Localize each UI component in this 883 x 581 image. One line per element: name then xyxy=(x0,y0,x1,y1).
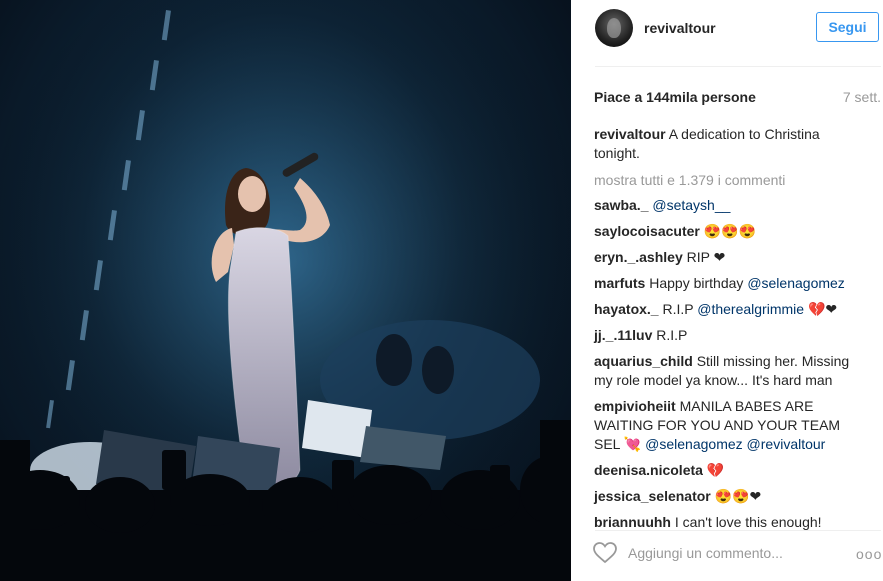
follow-button[interactable]: Segui xyxy=(816,12,879,42)
mention-link[interactable]: @selenagomez xyxy=(747,275,845,291)
comment-item: jj._.11luv R.I.P xyxy=(594,326,869,345)
divider xyxy=(595,530,881,531)
mention-link[interactable]: @therealgrimmie xyxy=(697,301,804,317)
post-header: revivaltour Segui xyxy=(571,0,883,64)
comment-username[interactable]: marfuts xyxy=(594,275,645,291)
add-comment-input[interactable]: Aggiungi un commento... xyxy=(628,545,783,561)
comment-item: eryn._.ashley RIP ❤ xyxy=(594,248,869,267)
post-photo[interactable] xyxy=(0,0,571,581)
more-options-icon[interactable]: ooo xyxy=(856,546,882,562)
comment-item: deenisa.nicoleta 💔 xyxy=(594,461,869,480)
caption: revivaltour A dedication to Christina to… xyxy=(594,125,869,163)
comment-text: R.I.P xyxy=(656,327,688,343)
comment-username[interactable]: empivioheiit xyxy=(594,398,676,414)
divider xyxy=(595,66,881,67)
comment-username[interactable]: aquarius_child xyxy=(594,353,693,369)
comment-username[interactable]: briannuuhh xyxy=(594,514,671,530)
comment-item: hayatox._ R.I.P @therealgrimmie 💔❤ xyxy=(594,300,869,319)
comment-username[interactable]: saylocoisacuter xyxy=(594,223,700,239)
comment-text: I can't love this enough! xyxy=(674,514,822,530)
username-link[interactable]: revivaltour xyxy=(644,20,716,36)
mention-link[interactable]: @selenagomez xyxy=(645,436,743,452)
comment-text: Happy birthday xyxy=(649,275,748,291)
comment-item: empivioheiit MANILA BABES ARE WAITING FO… xyxy=(594,397,869,454)
comment-username[interactable]: jj._.11luv xyxy=(594,327,652,343)
comment-username[interactable]: jessica_selenator xyxy=(594,488,711,504)
heart-icon[interactable] xyxy=(593,542,617,564)
comment-text: RIP ❤ xyxy=(686,249,726,265)
comment-text: 😍😍😍 xyxy=(703,223,757,239)
instagram-post: revivaltour Segui Piace a 144mila person… xyxy=(0,0,883,581)
comment-text: 💔❤ xyxy=(804,301,838,317)
comment-text: R.I.P xyxy=(662,301,698,317)
comment-username[interactable]: hayatox._ xyxy=(594,301,659,317)
show-all-comments-link[interactable]: mostra tutti e 1.379 i commenti xyxy=(594,171,869,190)
caption-username[interactable]: revivaltour xyxy=(594,126,666,142)
comment-item: aquarius_child Still missing her. Missin… xyxy=(594,352,869,390)
concert-image xyxy=(0,0,571,581)
avatar[interactable] xyxy=(595,9,633,47)
comment-text: 😍😍❤ xyxy=(714,488,762,504)
mention-link[interactable]: @setaysh__ xyxy=(652,197,730,213)
comment-username[interactable]: deenisa.nicoleta xyxy=(594,462,703,478)
comment-item: saylocoisacuter 😍😍😍 xyxy=(594,222,869,241)
comments-list: revivaltour A dedication to Christina to… xyxy=(594,125,869,539)
comment-username[interactable]: eryn._.ashley xyxy=(594,249,683,265)
comment-item: jessica_selenator 😍😍❤ xyxy=(594,487,869,506)
comment-item: marfuts Happy birthday @selenagomez xyxy=(594,274,869,293)
comment-username[interactable]: sawba._ xyxy=(594,197,648,213)
comment-items: sawba._ @setaysh__ saylocoisacuter 😍😍😍 ery… xyxy=(594,196,869,532)
comment-text: 💔 xyxy=(706,462,725,478)
post-side-panel: revivaltour Segui Piace a 144mila person… xyxy=(571,0,883,581)
comment-item: sawba._ @setaysh__ xyxy=(594,196,869,215)
likes-count[interactable]: Piace a 144mila persone xyxy=(594,89,756,105)
mention-link[interactable]: @revivaltour xyxy=(747,436,826,452)
post-time[interactable]: 7 sett. xyxy=(843,89,881,105)
